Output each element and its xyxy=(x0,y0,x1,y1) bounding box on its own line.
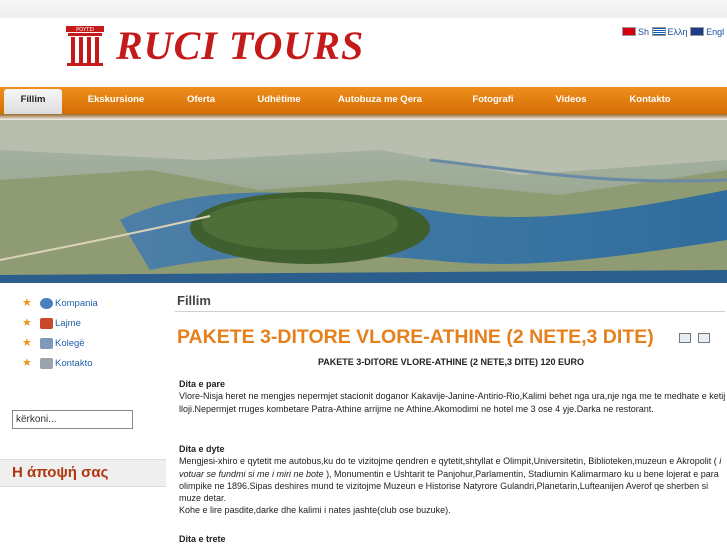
contact-icon xyxy=(40,357,53,369)
english-flag-icon[interactable] xyxy=(690,27,705,37)
people-icon xyxy=(40,337,53,349)
main-content: Fillim PAKETE 3-DITORE VLORE-ATHINE (2 N… xyxy=(166,283,727,545)
sidebar-item-label: Kolegë xyxy=(55,338,85,349)
article-subtitle: PAKETE 3-DITORE VLORE-ATHINE (2 NETE,3 D… xyxy=(317,357,585,367)
poll-title: Η άποψή σας xyxy=(12,464,109,481)
email-icon[interactable] xyxy=(698,333,710,343)
header-banner-photo xyxy=(0,120,727,283)
nav-item-videos[interactable]: Videos xyxy=(540,87,602,114)
brand-name[interactable]: RUCI TOURS xyxy=(116,22,364,69)
day-heading: Dita e dyte xyxy=(179,444,225,454)
day-text: Vlore-Nisja heret ne mengjes nepermjet s… xyxy=(179,391,726,414)
nav-item-fotografi[interactable]: Fotografi xyxy=(458,87,528,114)
divider xyxy=(175,311,725,312)
star-icon: ★ xyxy=(22,357,32,369)
sidebar-item-label: Kompania xyxy=(55,298,98,309)
sidebar-item-kolege[interactable]: ★ Kolegë xyxy=(22,335,85,351)
temple-logo-icon[interactable]: ΡΟΥΤΣΙ xyxy=(64,24,106,66)
lang-label-sq[interactable]: Sh xyxy=(638,27,649,37)
svg-text:ΡΟΥΤΣΙ: ΡΟΥΤΣΙ xyxy=(76,27,94,33)
globe-icon xyxy=(40,297,53,309)
albanian-flag-icon[interactable] xyxy=(622,27,636,37)
search-input[interactable] xyxy=(12,410,133,429)
day-heading: Dita e trete xyxy=(179,534,226,544)
nav-item-autobuza[interactable]: Autobuza me Qera xyxy=(330,87,430,114)
nav-item-fillim[interactable]: Fillim xyxy=(4,89,62,114)
sidebar-item-kompania[interactable]: ★ Kompania xyxy=(22,295,98,311)
day-text: Mengjesi-xhiro e qytetit me autobus,ku d… xyxy=(179,455,727,504)
sidebar-item-lajme[interactable]: ★ Lajme xyxy=(22,315,81,331)
day-text-part: Mengjesi-xhiro e qytetit me autobus,ku d… xyxy=(179,456,720,467)
article-title[interactable]: PAKETE 3-DITORE VLORE-ATHINE (2 NETE,3 D… xyxy=(177,326,654,349)
site-header: ΡΟΥΤΣΙ RUCI TOURS Sh Ελλη Engl xyxy=(0,18,727,86)
star-icon: ★ xyxy=(22,337,32,349)
nav-item-oferta[interactable]: Oferta xyxy=(172,87,230,114)
star-icon: ★ xyxy=(22,297,32,309)
sidebar-item-label: Kontakto xyxy=(55,358,93,369)
sidebar-item-label: Lajme xyxy=(55,318,81,329)
nav-item-ekskursione[interactable]: Ekskursione xyxy=(72,87,160,114)
day-one-section: Dita e pare Vlore-Nisja heret ne mengjes… xyxy=(179,378,727,415)
day-two-section: Dita e dyte Mengjesi-xhiro e qytetit me … xyxy=(179,443,727,517)
print-icon[interactable] xyxy=(679,333,691,343)
nav-item-kontakto[interactable]: Kontakto xyxy=(614,87,686,114)
lang-label-en[interactable]: Engl xyxy=(706,27,724,37)
greek-flag-icon[interactable] xyxy=(651,27,666,37)
breadcrumb: Fillim xyxy=(177,293,211,308)
language-switcher: Sh Ελλη Engl xyxy=(622,26,724,37)
sidebar-item-kontakto[interactable]: ★ Kontakto xyxy=(22,355,93,371)
star-icon: ★ xyxy=(22,317,32,329)
nav-item-udhetime[interactable]: Udhëtime xyxy=(244,87,314,114)
lang-label-el[interactable]: Ελλη xyxy=(668,27,688,37)
main-nav: Fillim Ekskursione Oferta Udhëtime Autob… xyxy=(0,87,727,114)
news-icon xyxy=(40,317,53,329)
day-text: Kohe e lire pasdite,darke dhe kalimi i n… xyxy=(179,505,451,516)
day-three-section: Dita e trete xyxy=(179,533,727,545)
day-heading: Dita e pare xyxy=(179,379,226,389)
